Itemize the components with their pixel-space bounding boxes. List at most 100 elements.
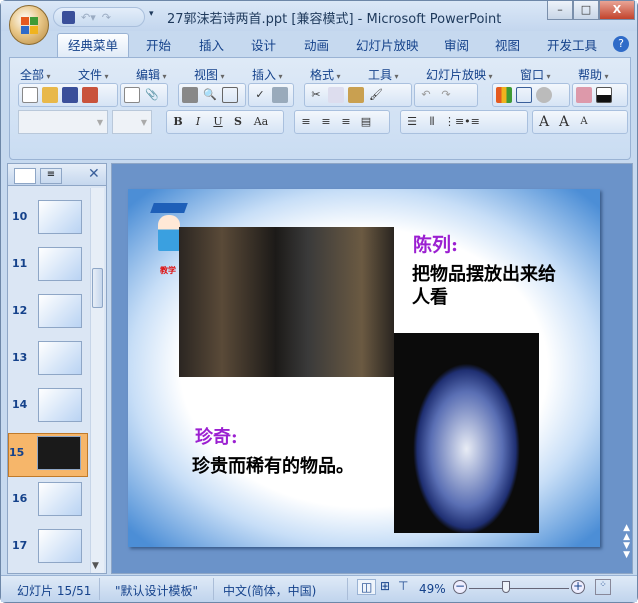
tab-slideshow[interactable]: 幻灯片放映: [356, 35, 419, 54]
tab-developer[interactable]: 开发工具: [547, 35, 597, 54]
tab-view[interactable]: 视图: [495, 35, 520, 54]
font-name-combo[interactable]: ▼: [18, 110, 108, 134]
zoom-slider[interactable]: [469, 588, 569, 589]
menu-view[interactable]: 视图: [194, 66, 225, 83]
slide-canvas[interactable]: 教学 陈列: 把物品摆放出来给人看 珍奇: 珍贵而稀有的物品。: [128, 189, 600, 547]
slideshow-button[interactable]: ⊤: [395, 579, 411, 593]
research-icon[interactable]: [272, 87, 288, 103]
attach-icon[interactable]: 📎: [144, 87, 160, 103]
tab-animation[interactable]: 动画: [304, 35, 329, 54]
tab-insert[interactable]: 插入: [199, 35, 224, 54]
shrink-font-button[interactable]: A: [576, 114, 592, 130]
spelling-icon[interactable]: ✓: [252, 87, 268, 103]
zoom-out-button[interactable]: −: [453, 580, 467, 594]
grow-font-button[interactable]: A: [556, 114, 572, 130]
align-center-icon[interactable]: ≡: [318, 114, 334, 130]
slide-thumbnail[interactable]: 10: [12, 198, 82, 238]
tab-classic-menu[interactable]: 经典菜单: [57, 33, 129, 58]
window-title: 27郭沫若诗两首.ppt [兼容模式] - Microsoft PowerPoi…: [167, 12, 502, 27]
hyperlink-icon[interactable]: [536, 87, 552, 103]
bold-button[interactable]: B: [170, 114, 186, 130]
tab-review[interactable]: 审阅: [444, 35, 469, 54]
change-case-button[interactable]: Aa: [250, 114, 272, 130]
slide-thumbnail[interactable]: 17: [12, 527, 82, 567]
redo-icon[interactable]: ↷: [102, 11, 111, 24]
grayscale-icon[interactable]: [596, 87, 612, 103]
paste-icon[interactable]: [348, 87, 364, 103]
clipboard-group: ✂ 🖌: [304, 83, 412, 107]
slide-thumbnail[interactable]: 14: [12, 386, 82, 426]
font-color-button[interactable]: A: [536, 114, 552, 130]
zoom-level[interactable]: 49%: [419, 582, 446, 596]
font-size-combo[interactable]: ▼: [112, 110, 152, 134]
zoom-slider-thumb[interactable]: [502, 581, 510, 593]
close-pane-icon[interactable]: ✕: [88, 166, 100, 182]
bullets-icon[interactable]: •≡: [464, 114, 480, 130]
logo-text: 教学: [160, 266, 176, 275]
copy-icon[interactable]: [328, 87, 344, 103]
justify-icon[interactable]: ▤: [358, 114, 374, 130]
redo-icon[interactable]: ↷: [438, 87, 454, 103]
save-icon[interactable]: [62, 10, 75, 24]
color-scheme-icon[interactable]: [576, 87, 592, 103]
undo-icon[interactable]: ↶: [418, 87, 434, 103]
tab-home[interactable]: 开始: [146, 35, 171, 54]
email-icon[interactable]: [124, 87, 140, 103]
menu-insert[interactable]: 插入: [252, 66, 283, 83]
thumbnail-scrollbar[interactable]: ▼: [90, 188, 104, 573]
slide-thumbnail[interactable]: 12: [12, 292, 82, 332]
underline-button[interactable]: U: [210, 114, 226, 130]
align-left-icon[interactable]: ≡: [298, 114, 314, 130]
slide-sorter-button[interactable]: ⊞: [377, 579, 393, 593]
menu-tools[interactable]: 工具: [368, 66, 399, 83]
save-icon[interactable]: [62, 87, 78, 103]
close-button[interactable]: X: [599, 1, 635, 20]
slide-thumbnail[interactable]: 13: [12, 339, 82, 379]
table-icon[interactable]: [516, 87, 532, 103]
font-style-group: B I U S Aa: [166, 110, 284, 134]
help-icon[interactable]: ?: [613, 36, 629, 52]
slide-thumbnail[interactable]: 11: [12, 245, 82, 285]
normal-view-button[interactable]: ◫: [357, 579, 377, 595]
menu-file[interactable]: 文件: [78, 66, 109, 83]
outline-tab[interactable]: ≡: [40, 168, 62, 184]
thumbnail-image: [38, 341, 82, 375]
cut-icon[interactable]: ✂: [308, 87, 324, 103]
menu-window[interactable]: 窗口: [520, 66, 551, 83]
font-size-group: A A A: [532, 110, 628, 134]
undo-icon[interactable]: ↶▾: [81, 11, 96, 24]
print-icon[interactable]: [182, 87, 198, 103]
menu-format[interactable]: 格式: [310, 66, 341, 83]
scroll-thumb[interactable]: [92, 268, 103, 308]
minimize-button[interactable]: –: [547, 1, 573, 20]
slide-thumbnail[interactable]: 15: [8, 433, 88, 477]
new-icon[interactable]: [22, 87, 38, 103]
prev-next-slide-icon[interactable]: ▲ ▲ ▼ ▼: [623, 524, 630, 560]
slides-tab[interactable]: [14, 168, 36, 184]
menu-all[interactable]: 全部: [20, 66, 51, 83]
menu-edit[interactable]: 编辑: [136, 66, 167, 83]
maximize-button[interactable]: □: [573, 1, 599, 20]
scroll-down-icon[interactable]: ▼: [92, 561, 99, 571]
grid-icon[interactable]: [222, 87, 238, 103]
numbering-icon[interactable]: ⋮≡: [444, 114, 464, 130]
menu-help[interactable]: 帮助: [578, 66, 609, 83]
open-icon[interactable]: [42, 87, 58, 103]
slide-number: 14: [12, 398, 28, 411]
shadow-button[interactable]: S: [230, 114, 246, 130]
text-direction-icon[interactable]: ⫴: [424, 114, 440, 130]
menu-slideshow[interactable]: 幻灯片放映: [426, 66, 493, 83]
tab-design[interactable]: 设计: [251, 35, 276, 54]
line-spacing-icon[interactable]: ☰: [404, 114, 420, 130]
zoom-in-button[interactable]: +: [571, 580, 585, 594]
print-preview-icon[interactable]: 🔍: [202, 87, 218, 103]
chart-icon[interactable]: [496, 87, 512, 103]
permission-icon[interactable]: [82, 87, 98, 103]
office-button[interactable]: [9, 5, 49, 45]
format-painter-icon[interactable]: 🖌: [368, 87, 384, 103]
italic-button[interactable]: I: [190, 114, 206, 130]
align-right-icon[interactable]: ≡: [338, 114, 354, 130]
fit-to-window-button[interactable]: ⁘: [595, 579, 611, 595]
slide-thumbnail[interactable]: 16: [12, 480, 82, 520]
customize-qat-icon[interactable]: ▾: [149, 9, 154, 19]
